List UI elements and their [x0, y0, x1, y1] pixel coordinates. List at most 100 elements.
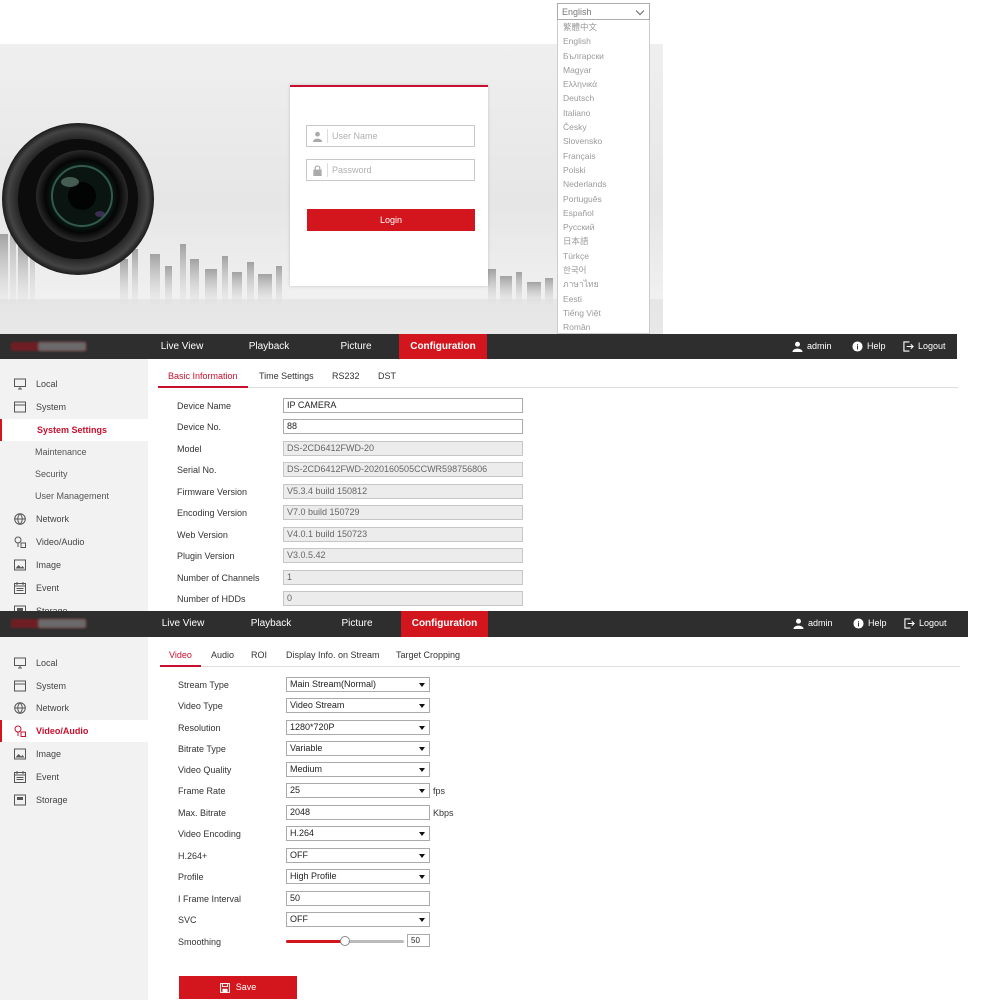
help-link[interactable]: i Help: [853, 611, 887, 636]
nav-playback[interactable]: Playback: [236, 611, 306, 636]
language-option[interactable]: Русский: [558, 220, 649, 234]
language-option[interactable]: ภาษาไทย: [558, 277, 649, 291]
language-option[interactable]: Deutsch: [558, 91, 649, 105]
language-option[interactable]: Ελληνικά: [558, 77, 649, 91]
video-quality-select[interactable]: Medium: [286, 762, 430, 777]
save-button[interactable]: Save: [179, 976, 297, 999]
language-select[interactable]: English: [557, 3, 650, 20]
language-selected-value: English: [562, 7, 592, 17]
max-bitrate-input[interactable]: 2048: [286, 805, 430, 820]
username-input[interactable]: [332, 128, 472, 144]
field-label: SVC: [178, 915, 197, 925]
language-option[interactable]: Български: [558, 49, 649, 63]
device-name-input[interactable]: IP CAMERA: [283, 398, 523, 413]
sidebar-item-event[interactable]: Event: [0, 766, 148, 788]
password-input[interactable]: [332, 162, 472, 178]
field-label: Profile: [178, 872, 204, 882]
language-option[interactable]: Nederlands: [558, 177, 649, 191]
language-option[interactable]: Român: [558, 320, 649, 333]
bitrate-type-select[interactable]: Variable: [286, 741, 430, 756]
nav-configuration[interactable]: Configuration: [401, 611, 488, 637]
calendar-icon: [14, 582, 26, 594]
password-field[interactable]: [306, 159, 475, 181]
sidebar-item-event[interactable]: Event: [0, 577, 148, 599]
video-encoding-select[interactable]: H.264: [286, 826, 430, 841]
language-option[interactable]: Türkçe: [558, 249, 649, 263]
frame-rate-select[interactable]: 25: [286, 783, 430, 798]
sidebar-item-label: Storage: [36, 606, 68, 611]
field-label: H.264+: [178, 851, 208, 861]
sidebar-item-video-audio[interactable]: Video/Audio: [0, 720, 148, 742]
sidebar-item-network[interactable]: Network: [0, 508, 148, 530]
user-menu[interactable]: admin: [793, 611, 833, 636]
sidebar-item-network[interactable]: Network: [0, 697, 148, 719]
logout-link[interactable]: Logout: [904, 611, 947, 636]
logout-link[interactable]: Logout: [903, 334, 946, 359]
globe-icon: [14, 513, 26, 525]
tab-audio[interactable]: Audio: [211, 645, 234, 667]
sidebar-item-system[interactable]: System: [0, 396, 148, 418]
language-option[interactable]: 日本語: [558, 234, 649, 248]
i-frame-interval-input[interactable]: 50: [286, 891, 430, 906]
sidebar-item-label: Image: [36, 749, 62, 759]
logout-label: Logout: [918, 341, 946, 351]
nav-picture[interactable]: Picture: [322, 334, 390, 359]
tab-video[interactable]: Video: [160, 645, 201, 667]
save-icon: [219, 982, 230, 993]
tab-rs232[interactable]: RS232: [332, 366, 360, 388]
h264-plus-select[interactable]: OFF: [286, 848, 430, 863]
sidebar-item-storage[interactable]: Storage: [0, 600, 148, 611]
video-type-select[interactable]: Video Stream: [286, 698, 430, 713]
tab-time-settings[interactable]: Time Settings: [259, 366, 314, 388]
tab-roi[interactable]: ROI: [251, 645, 267, 667]
tab-display-info[interactable]: Display Info. on Stream: [286, 645, 380, 667]
stream-type-select[interactable]: Main Stream(Normal): [286, 677, 430, 692]
resolution-select[interactable]: 1280*720P: [286, 720, 430, 735]
sidebar-item-maintenance[interactable]: Maintenance: [0, 441, 148, 463]
nav-picture[interactable]: Picture: [323, 611, 391, 636]
sidebar-item-video-audio[interactable]: Video/Audio: [0, 531, 148, 553]
nav-playback[interactable]: Playback: [234, 334, 304, 359]
language-option[interactable]: English: [558, 34, 649, 48]
language-option[interactable]: Tiếng Việt: [558, 306, 649, 320]
settings-tabs: Basic Information Time Settings RS232 DS…: [158, 366, 958, 388]
tab-target-cropping[interactable]: Target Cropping: [396, 645, 460, 667]
tab-basic-information[interactable]: Basic Information: [158, 366, 248, 388]
help-link[interactable]: i Help: [852, 334, 886, 359]
sidebar-item-security[interactable]: Security: [0, 463, 148, 485]
user-menu[interactable]: admin: [792, 334, 832, 359]
video-audio-icon: [14, 536, 26, 548]
sidebar-item-image[interactable]: Image: [0, 743, 148, 765]
nav-live-view[interactable]: Live View: [148, 334, 216, 359]
field-label: Device No.: [177, 422, 222, 432]
profile-select[interactable]: High Profile: [286, 869, 430, 884]
sidebar-item-system[interactable]: System: [0, 675, 148, 697]
sidebar-item-storage[interactable]: Storage: [0, 789, 148, 811]
sidebar-item-system-settings[interactable]: System Settings: [0, 419, 148, 441]
language-option[interactable]: Magyar: [558, 63, 649, 77]
login-button[interactable]: Login: [307, 209, 475, 231]
language-option[interactable]: Eesti: [558, 292, 649, 306]
sidebar-item-user-management[interactable]: User Management: [0, 485, 148, 507]
smoothing-slider-thumb[interactable]: [340, 936, 350, 946]
username-field[interactable]: [306, 125, 475, 147]
language-option[interactable]: Français: [558, 149, 649, 163]
language-option[interactable]: Polski: [558, 163, 649, 177]
sidebar-item-local[interactable]: Local: [0, 652, 148, 674]
language-option[interactable]: Português: [558, 192, 649, 206]
sidebar-item-image[interactable]: Image: [0, 554, 148, 576]
language-option[interactable]: Italiano: [558, 106, 649, 120]
language-option[interactable]: Česky: [558, 120, 649, 134]
language-option[interactable]: 한국어: [558, 263, 649, 277]
tab-dst[interactable]: DST: [378, 366, 396, 388]
language-option[interactable]: 繁體中文: [558, 20, 649, 34]
smoothing-value[interactable]: 50: [407, 934, 430, 947]
sidebar-item-local[interactable]: Local: [0, 373, 148, 395]
svc-select[interactable]: OFF: [286, 912, 430, 927]
nav-configuration[interactable]: Configuration: [399, 334, 487, 359]
device-no-input[interactable]: 88: [283, 419, 523, 434]
smoothing-slider[interactable]: [286, 936, 404, 946]
language-option[interactable]: Español: [558, 206, 649, 220]
nav-live-view[interactable]: Live View: [149, 611, 217, 636]
language-option[interactable]: Slovensko: [558, 134, 649, 148]
